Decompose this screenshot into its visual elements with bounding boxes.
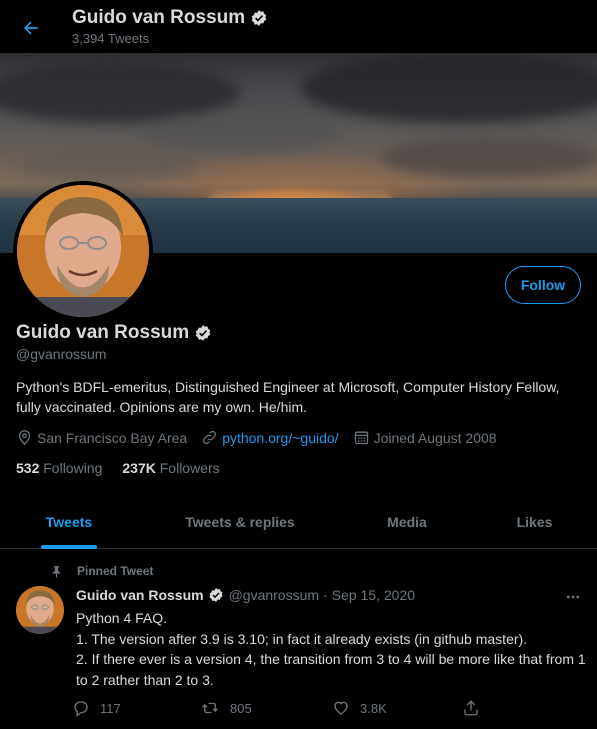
- link-icon: [203, 430, 217, 445]
- share-button[interactable]: [462, 699, 502, 717]
- reply-icon: [74, 701, 88, 717]
- profile-location: San Francisco Bay Area: [16, 429, 187, 446]
- profile-name-text: Guido van Rossum: [16, 322, 190, 343]
- header-title: Guido van Rossum: [72, 7, 268, 29]
- avatar-image: [17, 185, 149, 317]
- retweet-icon: [202, 702, 218, 714]
- tweet-actions: 117 805 3.8K: [72, 699, 512, 717]
- back-button[interactable]: [14, 11, 48, 45]
- tweet-date[interactable]: Sep 15, 2020: [332, 587, 415, 603]
- tweet-avatar-image: [16, 586, 64, 634]
- location-pin-icon: [18, 430, 31, 446]
- profile-handle: @gvanrossum: [16, 346, 107, 362]
- tweet-line: Python 4 FAQ.: [76, 610, 168, 626]
- calendar-icon: [354, 431, 368, 445]
- tweet-separator: ·: [323, 587, 328, 603]
- followers-count: 237K: [122, 460, 156, 476]
- location-text: San Francisco Bay Area: [37, 429, 188, 446]
- verified-badge-icon: [209, 588, 223, 602]
- pinned-label: Pinned Tweet: [50, 564, 153, 578]
- profile-tabs: Tweets Tweets & replies Media Likes: [0, 496, 597, 549]
- website-link[interactable]: python.org/~guido/: [222, 430, 338, 446]
- header-name: Guido van Rossum: [72, 7, 246, 28]
- profile-meta: San Francisco Bay Area python.org/~guido…: [16, 429, 511, 446]
- tweet-author-name[interactable]: Guido van Rossum: [76, 587, 204, 603]
- pinned-text: Pinned Tweet: [77, 564, 154, 578]
- tweet-text: Python 4 FAQ. 1. The version after 3.9 i…: [76, 608, 586, 690]
- active-tab-indicator: [41, 545, 97, 549]
- verified-badge-icon: [251, 10, 267, 26]
- tweet-count: 3,394 Tweets: [72, 31, 150, 46]
- like-count: 3.8K: [360, 700, 387, 716]
- tweet-line: 1. The version after 3.9 is 3.10; in fac…: [76, 630, 528, 647]
- profile-avatar[interactable]: [13, 181, 153, 321]
- more-dots-icon: [567, 595, 579, 599]
- profile-website[interactable]: python.org/~guido/: [201, 429, 339, 446]
- arrow-left-icon: [24, 21, 38, 35]
- follow-button[interactable]: Follow: [505, 266, 581, 304]
- followers-label: Followers: [159, 460, 220, 476]
- profile-name: Guido van Rossum: [16, 322, 212, 344]
- tab-tweets-replies[interactable]: Tweets & replies: [138, 496, 342, 548]
- tweet-avatar[interactable]: [16, 586, 64, 634]
- joined-text: Joined August 2008: [373, 429, 497, 446]
- profile-stats: 532 Following 237K Followers: [16, 460, 240, 476]
- reply-count: 117: [100, 700, 121, 716]
- tweet-author-handle[interactable]: @gvanrossum: [229, 587, 319, 603]
- tab-likes[interactable]: Likes: [472, 496, 597, 548]
- verified-badge-icon: [195, 325, 211, 341]
- reply-button[interactable]: 117: [72, 699, 200, 717]
- tweet-line: 2. If there ever is a version 4, the tra…: [76, 651, 586, 688]
- tweet-header: Guido van Rossum @gvanrossum · Sep 15, 2…: [76, 587, 415, 603]
- followers-stat[interactable]: 237K Followers: [122, 460, 219, 476]
- retweet-count: 805: [230, 700, 252, 716]
- more-options-button[interactable]: [562, 586, 584, 608]
- tab-media[interactable]: Media: [342, 496, 472, 548]
- profile-bio: Python's BDFL-emeritus, Distinguished En…: [16, 379, 560, 415]
- retweet-button[interactable]: 805: [200, 699, 329, 717]
- top-bar: Guido van Rossum 3,394 Tweets: [0, 0, 597, 53]
- profile-joined: Joined August 2008: [353, 429, 497, 446]
- heart-icon: [334, 701, 348, 715]
- following-count: 532: [16, 460, 40, 476]
- following-stat[interactable]: 532 Following: [16, 460, 102, 476]
- share-icon: [464, 700, 478, 716]
- tab-tweets[interactable]: Tweets: [0, 496, 138, 548]
- like-button[interactable]: 3.8K: [332, 699, 462, 717]
- pin-icon: [52, 565, 61, 578]
- following-label: Following: [43, 460, 103, 476]
